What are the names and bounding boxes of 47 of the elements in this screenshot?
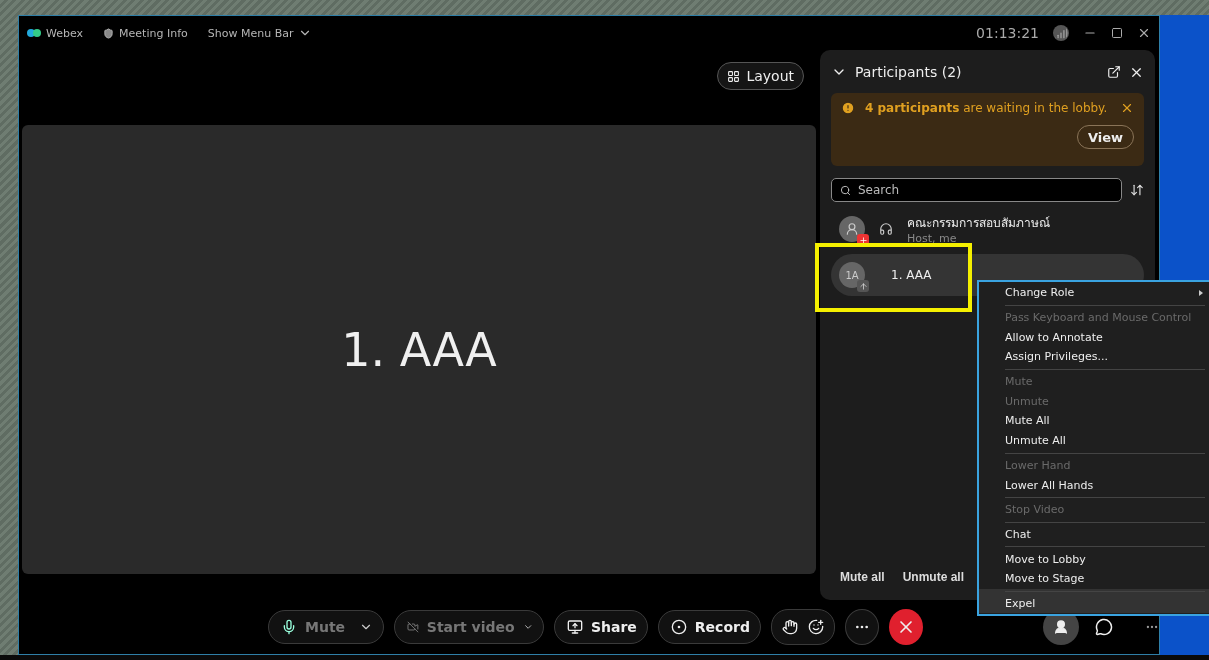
participant-name: คณะกรรมการสอบสัมภาษณ์	[907, 215, 1050, 232]
menu-bar-toggle[interactable]: Show Menu Bar	[207, 26, 313, 40]
submenu-arrow-icon	[1199, 289, 1203, 296]
participant-label: 1. AAA	[341, 322, 497, 377]
menu-item[interactable]: Mute All	[979, 411, 1209, 431]
alert-icon	[841, 101, 855, 115]
search-icon	[840, 184, 851, 196]
sort-icon[interactable]	[1130, 183, 1144, 197]
close-icon[interactable]	[1137, 26, 1151, 40]
shield-icon	[103, 27, 115, 39]
share-icon	[566, 619, 583, 635]
emoji-icon[interactable]	[807, 619, 824, 635]
record-icon	[670, 619, 687, 635]
layout-button[interactable]: Layout	[717, 62, 804, 90]
pop-out-icon[interactable]	[1107, 65, 1121, 79]
menu-item[interactable]: Unmute All	[979, 430, 1209, 451]
participant-row[interactable]: คณะกรรมการสอบสัมภาษณ์ Host, me	[831, 208, 1144, 250]
video-off-icon	[407, 619, 419, 635]
menu-item[interactable]: Assign Privileges...	[979, 347, 1209, 367]
share-button[interactable]: Share	[553, 610, 648, 644]
search-field[interactable]: Search	[831, 178, 1122, 202]
menu-item[interactable]: Allow to Annotate	[979, 327, 1209, 348]
meeting-info-button[interactable]: Meeting Info	[103, 26, 188, 40]
logo-icon	[27, 28, 41, 38]
record-button[interactable]: Record	[657, 610, 761, 644]
menu-item[interactable]: Move to Stage	[979, 568, 1209, 589]
raise-hand-icon[interactable]	[781, 619, 798, 635]
maximize-icon[interactable]	[1111, 27, 1123, 39]
grid-icon	[727, 69, 741, 83]
participant-role: Host, me	[907, 232, 958, 245]
footer-button[interactable]: Mute all	[840, 570, 885, 584]
signal-icon	[1053, 25, 1069, 41]
meeting-timer: 01:13:21	[976, 25, 1039, 41]
person-icon	[1053, 619, 1069, 635]
lobby-message: 4 participants are waiting in the lobby.	[865, 101, 1109, 115]
menu-item[interactable]: Expel	[979, 588, 1209, 614]
panel-title: Participants (2)	[855, 64, 963, 80]
menu-item[interactable]: Lower All Hands	[979, 475, 1209, 495]
participant-name: 1. AAA	[891, 268, 932, 282]
chat-icon[interactable]	[1095, 618, 1113, 636]
footer-button[interactable]: Unmute all	[902, 570, 964, 584]
headset-icon	[879, 222, 893, 236]
microphone-icon	[281, 619, 297, 635]
app-name: Webex	[27, 26, 84, 40]
dismiss-icon[interactable]	[1120, 101, 1134, 115]
search-input[interactable]: Search	[856, 182, 1113, 198]
leave-button[interactable]	[889, 609, 923, 645]
